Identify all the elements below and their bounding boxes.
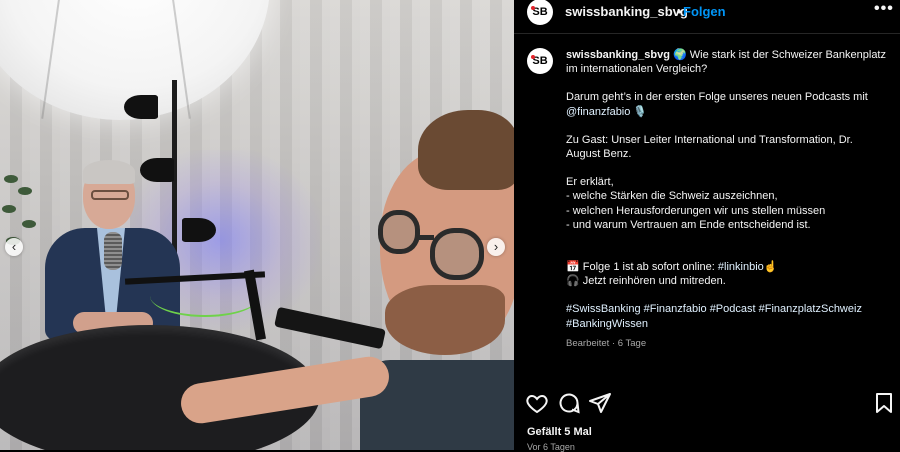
more-options-icon[interactable]: ••• [874,0,894,18]
host-person [360,110,514,450]
caption-username-link[interactable]: swissbanking_sbvg [566,49,670,61]
hashtags[interactable]: #SwissBanking #Finanzfabio #Podcast #Fin… [566,302,886,330]
avatar[interactable]: SB [527,48,553,74]
caption-line: 📅 Folge 1 ist ab sofort online: [566,261,718,274]
plant [0,165,40,285]
spotlight [182,218,216,242]
caption-line: - welche Stärken die Schweiz auszeichnen… [566,190,778,203]
share-icon[interactable] [588,391,612,415]
post-photo: ‹ › [0,0,514,450]
carousel-prev-button[interactable]: ‹ [5,238,23,256]
username-link[interactable]: swissbanking_sbvg [565,4,688,19]
follow-button[interactable]: Folgen [683,4,726,19]
carousel-next-button[interactable]: › [487,238,505,256]
bookmark-icon[interactable] [872,391,896,415]
caption-line: - und warum Vertrauen am Ende entscheide… [566,218,811,231]
caption-text: swissbanking_sbvg 🌍 Wie stark ist der Sc… [566,48,886,351]
caption-line: 🎧 Jetzt reinhören und mitreden. [566,275,726,288]
caption-line: - welchen Herausforderungen wir uns stel… [566,204,826,217]
logo-dot [531,55,535,59]
caption-line: Darum geht’s in der ersten Folge unseres… [566,91,868,104]
caption-line: Er erklärt, [566,176,614,189]
post-time: Vor 6 Tagen [527,442,575,452]
hashtag-link[interactable]: #linkinbio [718,261,764,273]
post-sidebar: SB swissbanking_sbvg • Folgen ••• SB swi… [514,0,900,452]
caption-line: Zu Gast: Unser Leiter International und … [566,133,853,161]
avatar[interactable]: SB [527,0,553,25]
likes-count[interactable]: Gefällt 5 Mal [527,426,592,438]
microphone [104,232,122,270]
separator-dot: • [677,4,682,19]
pointing-emoji: ☝️ [763,261,778,274]
spotlight [124,95,158,119]
comment-icon[interactable] [557,391,581,415]
edited-timestamp: Bearbeitet · 6 Tage [566,337,647,349]
heart-icon[interactable] [525,391,549,415]
post-header: SB swissbanking_sbvg • Folgen ••• [514,0,900,25]
action-bar [514,391,900,417]
mic-emoji: 🎙️ [630,105,648,118]
mention-link[interactable]: @finanzfabio [566,106,630,118]
divider [514,33,900,34]
logo-dot [531,6,535,10]
